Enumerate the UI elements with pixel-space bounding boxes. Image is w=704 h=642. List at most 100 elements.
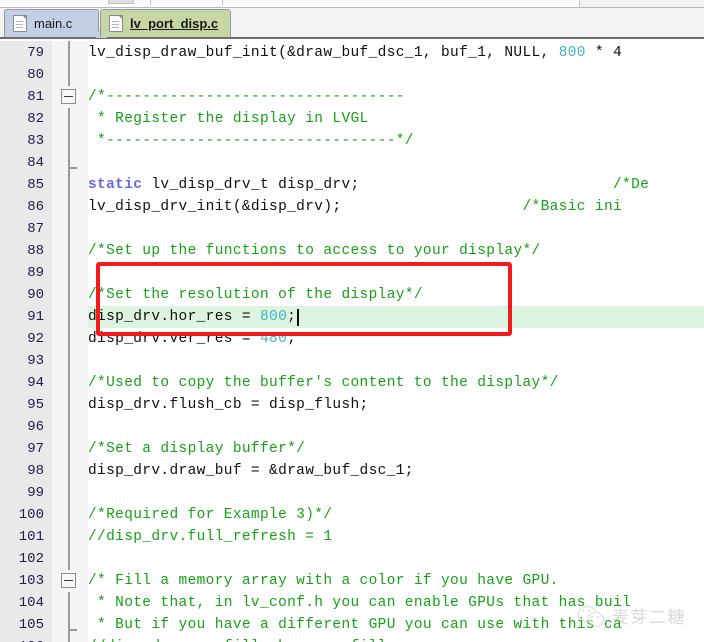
code-text: /*Required for Example 3)*/ xyxy=(88,504,332,526)
line-number: 82 xyxy=(27,111,44,127)
code-editor-area[interactable]: 79 lv_disp_draw_buf_init(&draw_buf_dsc_1,… xyxy=(0,41,704,642)
toolbar-panel xyxy=(0,0,580,7)
line-number: 79 xyxy=(27,45,44,61)
toolbar-button-1[interactable] xyxy=(108,0,134,4)
code-line[interactable]: 83 *--------------------------------*/ xyxy=(0,130,704,152)
code-token-cmt: * Register the display in LVGL xyxy=(88,111,369,127)
code-line[interactable]: 79 lv_disp_draw_buf_init(&draw_buf_dsc_1,… xyxy=(0,42,704,64)
fold-range-end-marker xyxy=(68,167,77,169)
code-token-cmt: /*Set the resolution of the display*/ xyxy=(88,287,423,303)
line-number: 83 xyxy=(27,133,44,149)
text-caret xyxy=(297,309,299,326)
code-line[interactable]: 95 disp_drv.flush_cb = disp_flush; xyxy=(0,394,704,416)
line-number: 87 xyxy=(27,221,44,237)
code-line[interactable]: 94 /*Used to copy the buffer's content to… xyxy=(0,372,704,394)
line-number: 81 xyxy=(27,89,44,105)
code-line[interactable]: 100 /*Required for Example 3)*/ xyxy=(0,504,704,526)
code-lines-container: 79 lv_disp_draw_buf_init(&draw_buf_dsc_1,… xyxy=(0,41,704,642)
line-number: 91 xyxy=(27,309,44,325)
code-text: disp_drv.flush_cb = disp_flush; xyxy=(88,394,369,416)
code-line[interactable]: 88 /*Set up the functions to access to yo… xyxy=(0,240,704,262)
code-text: /*Set up the functions to access to your… xyxy=(88,240,541,262)
line-number: 100 xyxy=(18,507,44,523)
code-text: lv_disp_drv_init(&disp_drv); /*Basic ini xyxy=(88,196,622,218)
code-line[interactable]: 89 xyxy=(0,262,704,284)
code-line[interactable]: 97 /*Set a display buffer*/ xyxy=(0,438,704,460)
code-text: * Register the display in LVGL xyxy=(88,108,369,130)
code-line[interactable]: 104 * Note that, in lv_conf.h you can en… xyxy=(0,592,704,614)
line-number: 102 xyxy=(18,551,44,567)
line-number: 88 xyxy=(27,243,44,259)
line-number: 90 xyxy=(27,287,44,303)
code-text: disp_drv.ver_res = 480; xyxy=(88,328,296,350)
code-line[interactable]: 103 /* Fill a memory array with a color i… xyxy=(0,570,704,592)
tab-lv-port-disp-c[interactable]: lv_port_disp.c xyxy=(100,9,232,37)
code-line[interactable]: 90 /*Set the resolution of the display*/ xyxy=(0,284,704,306)
code-text: static lv_disp_drv_t disp_drv; /*De xyxy=(88,174,649,196)
code-token-cmt: * But if you have a different GPU you ca… xyxy=(88,617,623,633)
code-text: //disp_drv.full_refresh = 1 xyxy=(88,526,332,548)
code-token-pln: disp_drv.hor_res = xyxy=(88,309,260,325)
code-text: /*Set the resolution of the display*/ xyxy=(88,284,423,306)
code-line[interactable]: 102 xyxy=(0,548,704,570)
code-token-cmt: /* Fill a memory array with a color if y… xyxy=(88,573,559,589)
c-file-icon xyxy=(13,15,27,32)
code-text: /*--------------------------------- xyxy=(88,86,405,108)
code-text: /*Used to copy the buffer's content to t… xyxy=(88,372,559,394)
code-token-pln: disp_drv.flush_cb = disp_flush; xyxy=(88,397,369,413)
code-token-pln: ; xyxy=(287,331,297,347)
code-text: disp_drv.draw_buf = &draw_buf_dsc_1; xyxy=(88,460,414,482)
code-line[interactable]: 106 //disp_drv.gpu_fill_cb = gpu_fill; xyxy=(0,636,704,642)
editor-window: main.c lv_port_disp.c 79 lv_disp_draw_buf… xyxy=(0,0,704,642)
tab-main-c[interactable]: main.c xyxy=(4,9,108,38)
code-line[interactable]: 101 //disp_drv.full_refresh = 1 xyxy=(0,526,704,548)
line-number: 93 xyxy=(27,353,44,369)
fold-collapse-icon[interactable] xyxy=(61,89,76,104)
code-line[interactable]: 93 xyxy=(0,350,704,372)
code-line[interactable]: 81 /*--------------------------------- xyxy=(0,86,704,108)
code-text: /* Fill a memory array with a color if y… xyxy=(88,570,559,592)
line-number: 96 xyxy=(27,419,44,435)
code-text: * Note that, in lv_conf.h you can enable… xyxy=(88,592,631,614)
code-line[interactable]: 80 xyxy=(0,64,704,86)
code-line[interactable]: 92 disp_drv.ver_res = 480; xyxy=(0,328,704,350)
line-number: 95 xyxy=(27,397,44,413)
fold-collapse-icon[interactable] xyxy=(61,573,76,588)
code-line[interactable]: 98 disp_drv.draw_buf = &draw_buf_dsc_1; xyxy=(0,460,704,482)
line-number: 89 xyxy=(27,265,44,281)
line-number: 94 xyxy=(27,375,44,391)
code-line[interactable]: 84 xyxy=(0,152,704,174)
code-token-cmt: /*Required for Example 3)*/ xyxy=(88,507,333,523)
code-token-kw: static xyxy=(88,177,143,193)
code-token-cmt: /*De xyxy=(359,177,650,193)
toolbar-strip xyxy=(0,0,704,8)
fold-range-end-marker xyxy=(68,629,77,631)
line-number: 84 xyxy=(27,155,44,171)
code-line[interactable]: 96 xyxy=(0,416,704,438)
code-line[interactable]: 86 lv_disp_drv_init(&disp_drv); /*Basic i… xyxy=(0,196,704,218)
line-number: 92 xyxy=(27,331,44,347)
code-line[interactable]: 91 disp_drv.hor_res = 800; xyxy=(0,306,704,328)
code-text: * But if you have a different GPU you ca… xyxy=(88,614,622,636)
code-line[interactable]: 105 * But if you have a different GPU yo… xyxy=(0,614,704,636)
code-token-cmt: *--------------------------------*/ xyxy=(88,133,414,149)
code-text: /*Set a display buffer*/ xyxy=(88,438,305,460)
line-number: 80 xyxy=(27,67,44,83)
line-number: 97 xyxy=(27,441,44,457)
code-line[interactable]: 99 xyxy=(0,482,704,504)
code-text: *--------------------------------*/ xyxy=(88,130,414,152)
code-text: lv_disp_draw_buf_init(&draw_buf_dsc_1, b… xyxy=(88,42,622,64)
code-line[interactable]: 85 static lv_disp_drv_t disp_drv; /*De xyxy=(0,174,704,196)
code-line[interactable]: 87 xyxy=(0,218,704,240)
line-number: 104 xyxy=(18,595,44,611)
line-number: 98 xyxy=(27,463,44,479)
line-number: 106 xyxy=(0,636,44,642)
code-token-cmt: /*--------------------------------- xyxy=(88,89,405,105)
code-line[interactable]: 82 * Register the display in LVGL xyxy=(0,108,704,130)
line-number: 85 xyxy=(27,177,44,193)
code-token-num: 480 xyxy=(259,331,288,347)
code-token-cmt: /*Used to copy the buffer's content to t… xyxy=(88,375,559,391)
code-token-pln: ; xyxy=(287,309,297,325)
code-token-num: 800 xyxy=(558,45,586,61)
code-token-pln: disp_drv.ver_res = xyxy=(88,331,260,347)
